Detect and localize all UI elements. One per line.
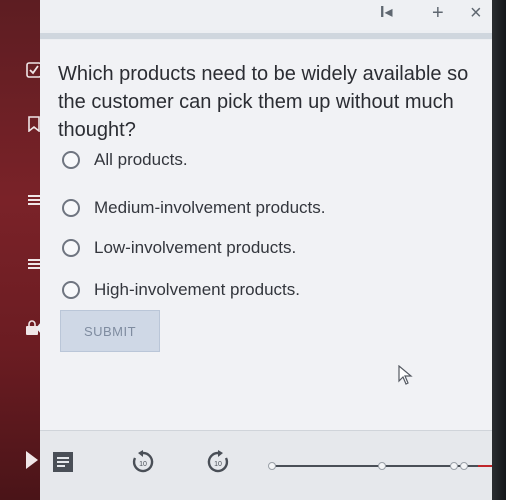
- radio-button[interactable]: [62, 199, 80, 217]
- option-high-involvement[interactable]: High-involvement products.: [62, 277, 300, 303]
- rewind-10-icon: 10: [132, 450, 154, 473]
- transcript-icon: [53, 452, 73, 472]
- play-arrow-icon[interactable]: [24, 451, 40, 469]
- question-panel: Which products need to be widely availab…: [40, 40, 492, 430]
- rewind-button[interactable]: 10: [130, 449, 156, 475]
- mouse-cursor-icon: [398, 365, 413, 385]
- question-text: Which products need to be widely availab…: [58, 63, 469, 141]
- progress-accent: [478, 465, 492, 467]
- progress-dot: [460, 462, 468, 470]
- rewind-seconds: 10: [139, 461, 147, 468]
- option-label: Medium-involvement products.: [94, 198, 326, 217]
- first-page-button[interactable]: I◂: [380, 2, 392, 24]
- option-label: All products.: [94, 150, 188, 169]
- player-toolbar: 10 10: [40, 430, 492, 500]
- screen: I◂ + × Which products need to be widely …: [0, 0, 506, 500]
- close-button[interactable]: ×: [470, 2, 482, 24]
- submit-button[interactable]: SUBMIT: [60, 310, 160, 352]
- radio-button[interactable]: [62, 151, 80, 169]
- progress-handle[interactable]: [450, 462, 458, 470]
- forward-seconds: 10: [214, 461, 222, 468]
- option-all-products[interactable]: All products.: [62, 147, 188, 173]
- top-bar: I◂ + ×: [40, 0, 492, 30]
- forward-button[interactable]: 10: [205, 449, 231, 475]
- option-medium-involvement[interactable]: Medium-involvement products.: [62, 195, 325, 221]
- option-label: High-involvement products.: [94, 280, 300, 299]
- right-edge: [492, 0, 506, 500]
- add-button[interactable]: +: [432, 2, 444, 24]
- left-sidebar: [0, 0, 46, 500]
- transcript-button[interactable]: [50, 449, 76, 475]
- progress-mid-dot: [378, 462, 386, 470]
- radio-button[interactable]: [62, 281, 80, 299]
- option-label: Low-involvement products.: [94, 238, 297, 257]
- option-low-involvement[interactable]: Low-involvement products.: [62, 235, 296, 261]
- radio-button[interactable]: [62, 239, 80, 257]
- progress-start-dot: [268, 462, 276, 470]
- forward-10-icon: 10: [207, 450, 229, 473]
- header-divider: [40, 33, 492, 39]
